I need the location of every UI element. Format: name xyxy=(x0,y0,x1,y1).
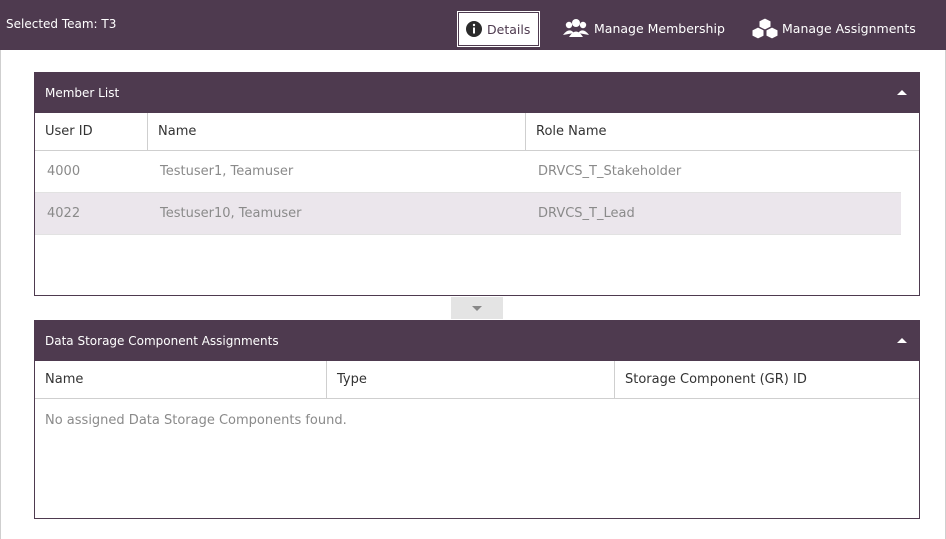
column-header-storage-component-id[interactable]: Storage Component (GR) ID xyxy=(615,361,919,398)
tab-manage-membership-label: Manage Membership xyxy=(594,20,725,36)
table-row[interactable]: 4022 Testuser10, Teamuser DRVCS_T_Lead xyxy=(35,193,901,235)
column-header-type[interactable]: Type xyxy=(327,361,615,398)
column-header-role-name[interactable]: Role Name xyxy=(526,113,919,150)
tab-manage-assignments-label: Manage Assignments xyxy=(782,20,916,36)
cell-user-id: 4000 xyxy=(47,164,81,179)
selected-team-label: Selected Team: T3 xyxy=(6,17,117,31)
top-bar: Selected Team: T3 Details Manage Members… xyxy=(0,0,946,50)
cell-user-id: 4022 xyxy=(47,206,81,221)
cell-name: Testuser10, Teamuser xyxy=(160,206,302,221)
tab-manage-membership[interactable]: Manage Membership xyxy=(562,10,725,46)
cell-role-name: DRVCS_T_Stakeholder xyxy=(538,164,682,179)
member-list-body: 4000 Testuser1, Teamuser DRVCS_T_Stakeho… xyxy=(35,151,919,235)
column-header-user-id[interactable]: User ID xyxy=(35,113,148,150)
member-list-header: Member List xyxy=(35,73,919,113)
tab-details[interactable]: Details xyxy=(458,12,540,46)
column-header-name[interactable]: Name xyxy=(35,361,327,398)
cell-name: Testuser1, Teamuser xyxy=(160,164,294,179)
empty-message: No assigned Data Storage Components foun… xyxy=(45,413,347,428)
collapse-icon[interactable] xyxy=(897,338,907,343)
tab-manage-assignments[interactable]: Manage Assignments xyxy=(750,10,916,46)
chevron-down-icon xyxy=(472,305,482,311)
panel-splitter[interactable] xyxy=(451,297,503,319)
assignments-column-headers: Name Type Storage Component (GR) ID xyxy=(35,361,919,399)
member-list-column-headers: User ID Name Role Name xyxy=(35,113,919,151)
member-list-title: Member List xyxy=(45,86,120,100)
users-icon xyxy=(562,17,590,39)
column-header-name[interactable]: Name xyxy=(148,113,526,150)
assignments-title: Data Storage Component Assignments xyxy=(45,334,279,348)
cubes-icon xyxy=(750,17,780,39)
table-row[interactable]: 4000 Testuser1, Teamuser DRVCS_T_Stakeho… xyxy=(35,151,901,193)
info-icon xyxy=(465,20,483,38)
assignments-panel: Data Storage Component Assignments Name … xyxy=(34,320,920,519)
cell-role-name: DRVCS_T_Lead xyxy=(538,206,635,221)
assignments-header: Data Storage Component Assignments xyxy=(35,321,919,361)
collapse-icon[interactable] xyxy=(897,90,907,95)
member-list-panel: Member List User ID Name Role Name 4000 … xyxy=(34,72,920,296)
tab-details-label: Details xyxy=(487,21,531,37)
